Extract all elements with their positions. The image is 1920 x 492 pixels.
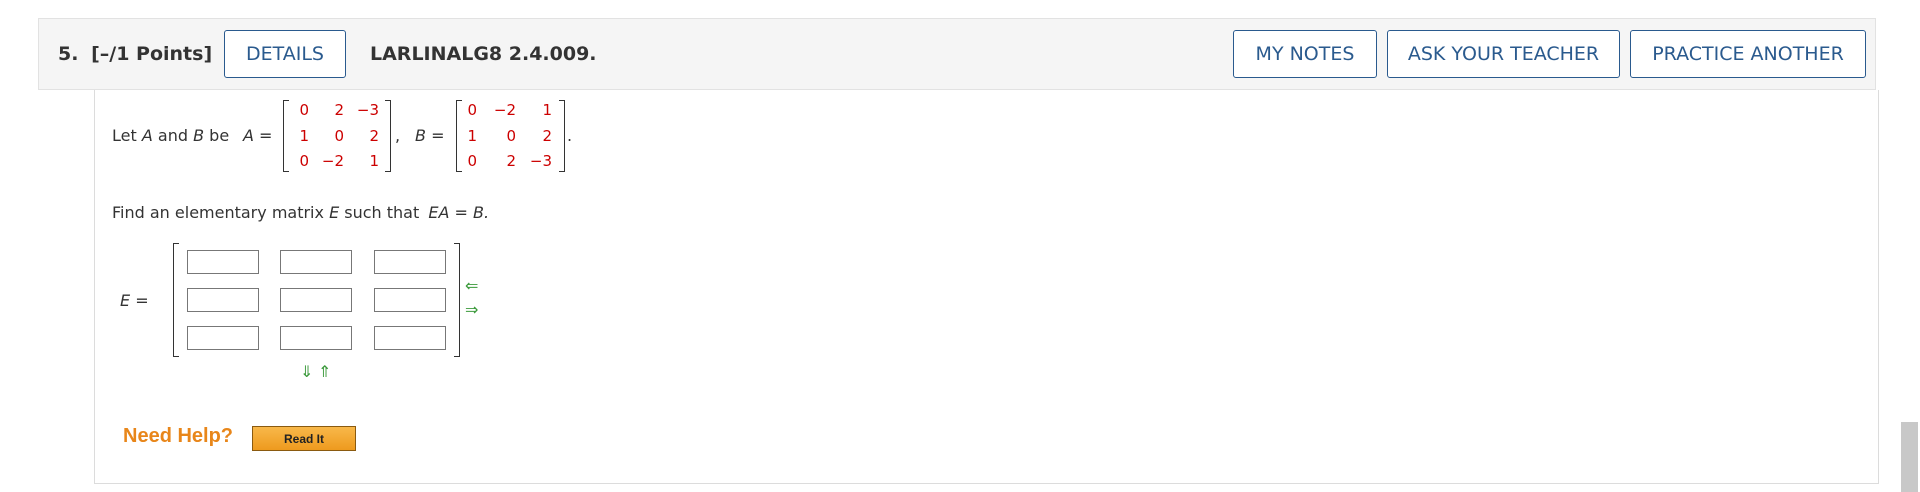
right-arrow-icon[interactable]: ⇒ bbox=[465, 302, 478, 318]
matrix-b-cell: 1 bbox=[542, 101, 552, 119]
var-a: A bbox=[141, 126, 153, 145]
matrix-a-cell: 2 bbox=[334, 101, 344, 119]
matrix-b-cell: 2 bbox=[542, 127, 552, 145]
matrix-a-cell: 0 bbox=[299, 101, 309, 119]
e-equals-label: E = bbox=[120, 291, 149, 310]
intro-be: be bbox=[209, 126, 230, 145]
equation: EA = B. bbox=[428, 203, 490, 222]
a-equals-label: A = bbox=[243, 126, 273, 145]
find-instruction: Find an elementary matrix E such that EA… bbox=[112, 203, 489, 222]
matrix-a-cell: 1 bbox=[299, 127, 309, 145]
intro-and: and bbox=[157, 126, 188, 145]
answer-cell[interactable] bbox=[374, 250, 446, 274]
intro-let: Let bbox=[112, 126, 137, 145]
var-b: B bbox=[193, 126, 205, 145]
answer-cell[interactable] bbox=[280, 250, 352, 274]
matrix-a-cell: −3 bbox=[356, 101, 379, 119]
need-help-label: Need Help? bbox=[123, 425, 234, 447]
matrix-b-cell: 0 bbox=[506, 127, 516, 145]
answer-cell[interactable] bbox=[187, 326, 259, 350]
matrix-b-cell: 0 bbox=[467, 101, 477, 119]
question-header: 5. [–/1 Points] DETAILS LARLINALG8 2.4.0… bbox=[38, 18, 1876, 90]
read-it-button[interactable]: Read It bbox=[252, 426, 356, 451]
question-number-text: 5. bbox=[58, 43, 79, 65]
matrix-b-cell: −3 bbox=[529, 152, 552, 170]
up-arrow-icon[interactable]: ⇑ bbox=[318, 364, 331, 380]
var-e: E bbox=[329, 203, 340, 222]
matrix-separator-comma: , bbox=[395, 126, 401, 145]
matrix-a-cell: 2 bbox=[369, 127, 379, 145]
points-label: [–/1 Points] bbox=[91, 43, 213, 65]
question-number: 5. [–/1 Points] bbox=[58, 43, 212, 65]
answer-cell[interactable] bbox=[374, 288, 446, 312]
answer-matrix-right-bracket bbox=[454, 243, 460, 357]
practice-another-button[interactable]: PRACTICE ANOTHER bbox=[1630, 30, 1866, 78]
matrix-b-cell: 2 bbox=[506, 152, 516, 170]
matrix-a-right-bracket bbox=[385, 100, 391, 172]
matrix-period: . bbox=[567, 126, 573, 145]
page-scrollbar[interactable] bbox=[1901, 422, 1918, 492]
matrix-a-cell: 0 bbox=[334, 127, 344, 145]
ask-your-teacher-button[interactable]: ASK YOUR TEACHER bbox=[1387, 30, 1620, 78]
answer-cell[interactable] bbox=[280, 288, 352, 312]
my-notes-button[interactable]: MY NOTES bbox=[1233, 30, 1377, 78]
find-mid: such that bbox=[344, 203, 420, 222]
answer-cell[interactable] bbox=[187, 250, 259, 274]
matrix-a-cell: 0 bbox=[299, 152, 309, 170]
matrix-a-cell: −2 bbox=[321, 152, 344, 170]
answer-matrix-left-bracket bbox=[173, 243, 179, 357]
matrix-b-cell: 1 bbox=[467, 127, 477, 145]
details-button[interactable]: DETAILS bbox=[224, 30, 346, 78]
question-body bbox=[94, 90, 1879, 484]
left-arrow-icon[interactable]: ⇐ bbox=[465, 278, 478, 294]
matrix-a-cell: 1 bbox=[369, 152, 379, 170]
problem-intro: Let A and B be bbox=[112, 126, 229, 145]
answer-cell[interactable] bbox=[187, 288, 259, 312]
problem-code: LARLINALG8 2.4.009. bbox=[370, 43, 597, 65]
matrix-b-cell: 0 bbox=[467, 152, 477, 170]
down-arrow-icon[interactable]: ⇓ bbox=[300, 364, 313, 380]
matrix-b-cell: −2 bbox=[493, 101, 516, 119]
answer-cell[interactable] bbox=[280, 326, 352, 350]
b-equals-label: B = bbox=[415, 126, 445, 145]
matrix-b-right-bracket bbox=[559, 100, 565, 172]
find-prefix: Find an elementary matrix bbox=[112, 203, 324, 222]
answer-cell[interactable] bbox=[374, 326, 446, 350]
